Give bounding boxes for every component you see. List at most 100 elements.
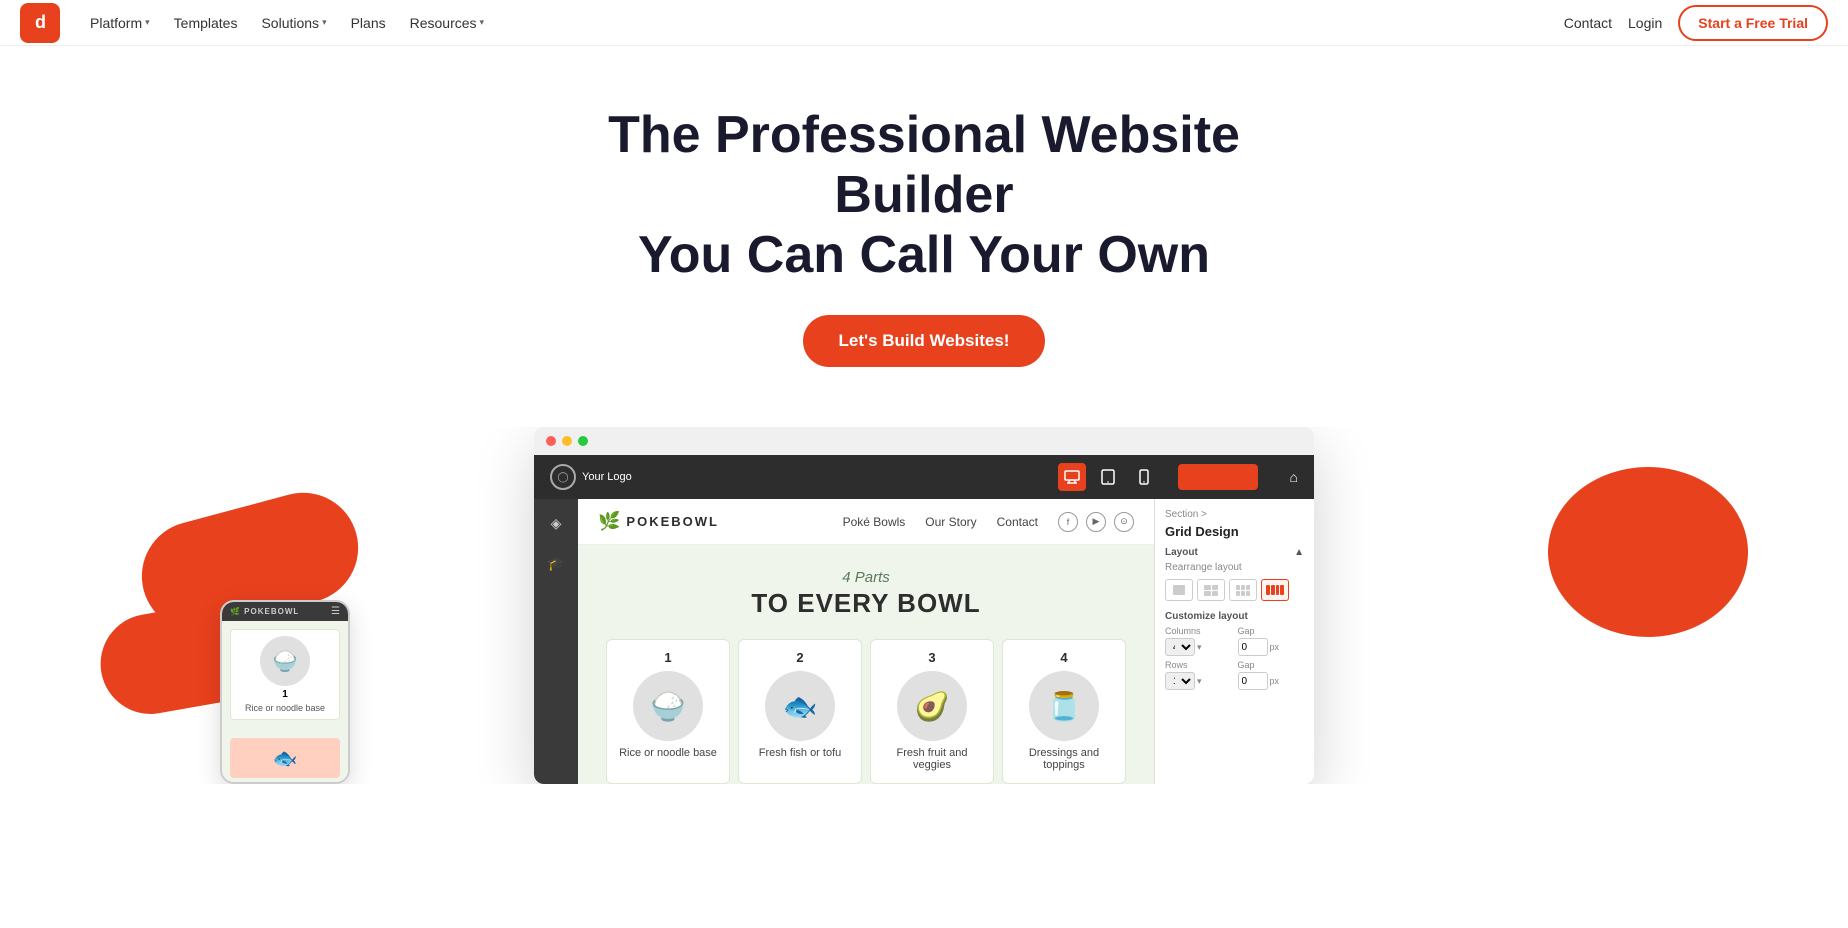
panel-row-gap-label: Gap	[1238, 660, 1305, 670]
resources-chevron-icon: ▾	[480, 17, 485, 28]
duda-logo[interactable]: d	[20, 3, 60, 43]
panel-rearrange-label: Rearrange layout	[1165, 562, 1304, 573]
bowl-item-1: 1 🍚 Rice or noodle base	[606, 639, 730, 784]
rows-select[interactable]: 1	[1165, 672, 1195, 690]
nav-solutions[interactable]: Solutions ▾	[251, 9, 336, 37]
nav-resources[interactable]: Resources ▾	[400, 9, 494, 37]
poke-nav-pokebowls[interactable]: Poké Bowls	[843, 515, 906, 529]
panel-row-gap-input: px	[1238, 672, 1305, 690]
panel-section-label: Section >	[1165, 509, 1304, 520]
mockup-area: 🌿 POKEBOWL ☰ 🍚 1 Rice or noodle base 🐟	[0, 427, 1848, 784]
site-preview: 🌿 POKEBOWL Poké Bowls Our Story Contact …	[578, 499, 1154, 784]
panel-columns-input: 4 ▾	[1165, 638, 1232, 656]
2col-icon	[1204, 585, 1218, 596]
layout-opt-3col[interactable]	[1229, 579, 1257, 601]
phone-icon	[1136, 469, 1152, 485]
poke-heading-main: TO EVERY BOWL	[598, 588, 1134, 619]
layout-opt-4col[interactable]	[1261, 579, 1289, 601]
panel-collapse-icon[interactable]: ▲	[1294, 547, 1304, 558]
solutions-chevron-icon: ▾	[322, 17, 327, 28]
layout-opt-1col[interactable]	[1165, 579, 1193, 601]
monitor-icon	[1064, 469, 1080, 485]
panel-layout-label: Layout ▲	[1165, 547, 1304, 558]
browser-dot-yellow	[562, 436, 572, 446]
youtube-icon[interactable]: ▶	[1086, 512, 1106, 532]
bowl-item-4-label: Dressings and toppings	[1011, 747, 1117, 771]
bowl-item-2-number: 2	[796, 650, 803, 665]
row-gap-field[interactable]	[1238, 672, 1268, 690]
nav-contact-link[interactable]: Contact	[1564, 15, 1612, 31]
hero-section: The Professional Website Builder You Can…	[0, 46, 1848, 407]
panel-columns-group: Columns 4 ▾	[1165, 626, 1232, 656]
editor-logo-circle: ◯	[550, 464, 576, 490]
layout-opt-2col[interactable]	[1197, 579, 1225, 601]
sidebar-layers-icon[interactable]: ◈	[542, 509, 570, 537]
bowl-item-4: 4 🫙 Dressings and toppings	[1002, 639, 1126, 784]
facebook-icon[interactable]: f	[1058, 512, 1078, 532]
bowl-item-3-number: 3	[928, 650, 935, 665]
panel-rows-row: Rows 1 ▾ Gap px	[1165, 660, 1304, 690]
navigation: d Platform ▾ Templates Solutions ▾ Plans…	[0, 0, 1848, 46]
poke-nav-links: Poké Bowls Our Story Contact	[843, 515, 1038, 529]
editor-body: ◈ 🎓 🌿 POKEBOWL Poké Bowls Our Story Cont…	[534, 499, 1314, 784]
tablet-device-icon[interactable]	[1094, 463, 1122, 491]
start-free-trial-button[interactable]: Start a Free Trial	[1678, 5, 1828, 41]
editor-logo-area: ◯ Your Logo	[550, 464, 632, 490]
pokebowl-logo: 🌿 POKEBOWL	[598, 511, 719, 532]
tablet-icon	[1100, 469, 1116, 485]
phone-bowl-item: 🍚 1 Rice or noodle base	[230, 629, 340, 720]
poke-logo-leaf-icon: 🌿	[598, 511, 620, 532]
nav-right: Contact Login Start a Free Trial	[1564, 5, 1828, 41]
1col-icon	[1173, 585, 1185, 595]
hero-cta-button[interactable]: Let's Build Websites!	[803, 315, 1046, 367]
columns-select[interactable]: 4	[1165, 638, 1195, 656]
panel-rows-group: Rows 1 ▾	[1165, 660, 1232, 690]
phone-bowl-image: 🍚	[260, 636, 310, 686]
panel-row-gap-group: Gap px	[1238, 660, 1305, 690]
panel-col-gap-group: Gap px	[1238, 626, 1305, 656]
bowl-item-4-number: 4	[1060, 650, 1067, 665]
columns-arrow-icon: ▾	[1197, 642, 1202, 653]
nav-login-link[interactable]: Login	[1628, 15, 1662, 31]
desktop-device-icon[interactable]	[1058, 463, 1086, 491]
device-icons	[1058, 463, 1158, 491]
bowl-grid: 1 🍚 Rice or noodle base 2 🐟 Fresh fish o…	[598, 639, 1134, 784]
phone-menu-icon: ☰	[331, 606, 340, 617]
panel-col-gap-label: Gap	[1238, 626, 1305, 636]
poke-social-icons: f ▶ ⊙	[1058, 512, 1134, 532]
sidebar-pages-icon[interactable]: 🎓	[542, 549, 570, 577]
phone-fish-image: 🐟	[230, 738, 340, 778]
nav-platform[interactable]: Platform ▾	[80, 9, 160, 37]
phone-fish-preview: 🐟	[222, 734, 348, 782]
mobile-device-icon[interactable]	[1130, 463, 1158, 491]
bowl-item-4-image: 🫙	[1029, 671, 1099, 741]
panel-customize-label: Customize layout	[1165, 611, 1304, 622]
bowl-item-3-image: 🥑	[897, 671, 967, 741]
logo-text: d	[35, 12, 45, 33]
bowl-item-3: 3 🥑 Fresh fruit and veggies	[870, 639, 994, 784]
bowl-item-2: 2 🐟 Fresh fish or tofu	[738, 639, 862, 784]
poke-heading: 4 Parts TO EVERY BOWL	[598, 569, 1134, 619]
col-gap-field[interactable]	[1238, 638, 1268, 656]
browser-dot-red	[546, 436, 556, 446]
poke-logo-text: POKEBOWL	[626, 514, 719, 529]
panel-col-gap-input: px	[1238, 638, 1305, 656]
editor-home-icon[interactable]: ⌂	[1290, 469, 1298, 485]
nav-templates[interactable]: Templates	[164, 9, 248, 37]
bowl-item-1-number: 1	[664, 650, 671, 665]
4col-icon	[1266, 585, 1284, 595]
bowl-item-3-label: Fresh fruit and veggies	[879, 747, 985, 771]
poke-nav-ourstory[interactable]: Our Story	[925, 515, 976, 529]
editor-sidebar: ◈ 🎓	[534, 499, 578, 784]
rows-arrow-icon: ▾	[1197, 676, 1202, 687]
editor-right-panel: Section > Grid Design Layout ▲ Rearrange…	[1154, 499, 1314, 784]
layout-options	[1165, 579, 1304, 601]
browser-dot-green	[578, 436, 588, 446]
nav-plans[interactable]: Plans	[341, 9, 396, 37]
poke-nav-contact[interactable]: Contact	[997, 515, 1038, 529]
panel-title: Grid Design	[1165, 524, 1304, 539]
bowl-item-1-image: 🍚	[633, 671, 703, 741]
col-gap-unit: px	[1270, 642, 1280, 652]
instagram-icon[interactable]: ⊙	[1114, 512, 1134, 532]
panel-rows-input: 1 ▾	[1165, 672, 1232, 690]
